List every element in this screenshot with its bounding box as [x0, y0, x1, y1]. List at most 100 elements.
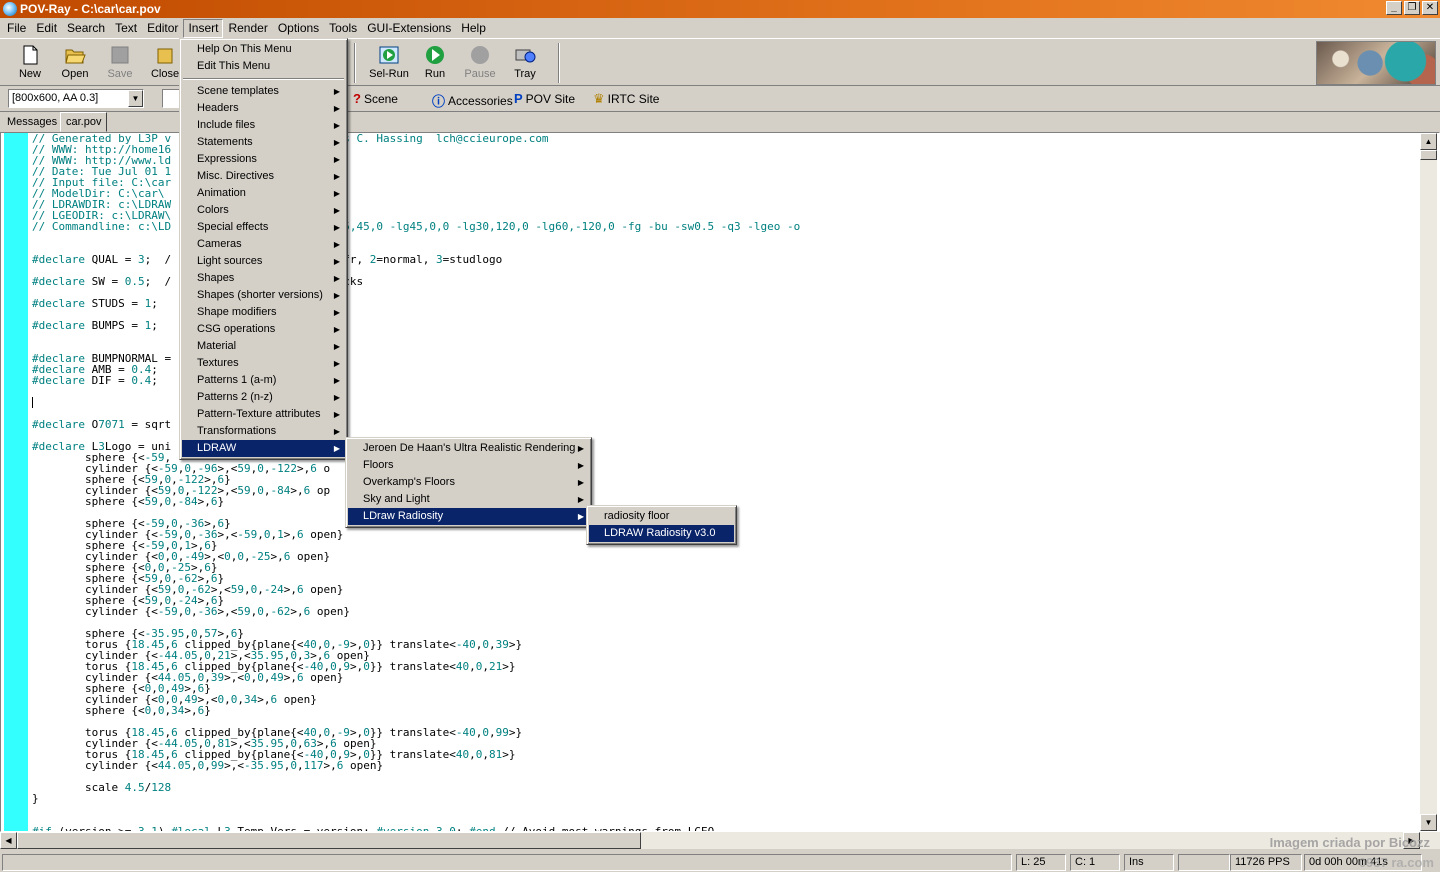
accessories-link[interactable]: ⓘ Accessories [432, 91, 513, 110]
insert-menu-item-label: LDRAW [197, 442, 237, 454]
tab-messages[interactable]: Messages [2, 114, 62, 132]
insert-menu-item[interactable]: Expressions ▶ [182, 151, 345, 168]
menu-options[interactable]: Options [273, 19, 324, 38]
menu-search[interactable]: Search [62, 19, 110, 38]
insert-menu-item[interactable]: Colors ▶ [182, 202, 345, 219]
window-title: POV-Ray - C:\car\car.pov [20, 2, 161, 16]
submenu-arrow-icon: ▶ [333, 223, 340, 232]
submenu-arrow-icon: ▶ [333, 138, 340, 147]
insert-menu-item[interactable]: CSG operations ▶ [182, 321, 345, 338]
restore-button[interactable]: ❐ [1404, 1, 1420, 15]
watermark-text-2: 0937 ra.com [1358, 855, 1434, 870]
resolution-select[interactable]: [800x600, AA 0.3] ▼ [8, 89, 144, 108]
irtc-site-link[interactable]: ♛ IRTC Site [593, 91, 659, 107]
insert-menu-item[interactable]: Statements ▶ [182, 134, 345, 151]
horizontal-scrollbar[interactable]: ◀ ▶ [0, 832, 1440, 849]
insert-menu-item-label: Patterns 1 (a-m) [197, 374, 277, 386]
ldraw-menu-item[interactable]: Sky and Light ▶ [348, 491, 589, 508]
submenu-arrow-icon: ▶ [333, 291, 340, 300]
insert-menu-item-label: Special effects [197, 221, 269, 233]
new-button[interactable]: New [8, 42, 52, 84]
close-window-button[interactable]: ✕ [1422, 1, 1438, 15]
ldraw-menu-item-label: Overkamp's Floors [363, 476, 455, 488]
code-line: cylinder {<0,0,49>,<0,0,34>,6 open} [32, 693, 317, 706]
tab-car-pov[interactable]: car.pov [60, 112, 108, 132]
submenu-arrow-icon: ▶ [333, 172, 340, 181]
insert-menu-item[interactable]: Shapes ▶ [182, 270, 345, 287]
submenu-arrow-icon: ▶ [577, 478, 584, 487]
insert-menu-item[interactable]: Include files ▶ [182, 117, 345, 134]
insert-menu-item[interactable]: Shapes (shorter versions) ▶ [182, 287, 345, 304]
ldraw-menu-item[interactable]: Floors ▶ [348, 457, 589, 474]
insert-menu-item[interactable]: Material ▶ [182, 338, 345, 355]
run-button[interactable]: Run [413, 42, 457, 84]
insert-menu-item[interactable]: Misc. Directives ▶ [182, 168, 345, 185]
ldraw-menu-item[interactable]: LDraw Radiosity ▶ [348, 508, 589, 525]
insert-menu-item[interactable]: Special effects ▶ [182, 219, 345, 236]
pov-site-link[interactable]: P POV Site [514, 91, 575, 106]
insert-menu-item[interactable]: LDRAW ▶ [182, 440, 345, 457]
scene-help-link[interactable]: ? Scene [353, 91, 398, 106]
menu-render[interactable]: Render [223, 19, 272, 38]
radiosity-menu-item[interactable]: radiosity floor [589, 508, 734, 525]
sel-run-button[interactable]: Sel-Run [367, 42, 411, 84]
insert-menu-item[interactable]: Shape modifiers ▶ [182, 304, 345, 321]
insert-menu-item-label: Animation [197, 187, 246, 199]
insert-menu-item[interactable]: Help On This Menu [182, 41, 345, 58]
ldraw-menu-item[interactable]: Overkamp's Floors ▶ [348, 474, 589, 491]
vertical-scrollbar[interactable]: ▲ ▼ [1420, 133, 1437, 831]
info-icon: ⓘ [432, 94, 446, 109]
submenu-arrow-icon: ▶ [333, 308, 340, 317]
ldraw-radiosity-submenu: radiosity floor LDRAW Radiosity v3.0 [586, 505, 737, 545]
horizontal-scroll-thumb[interactable] [17, 832, 641, 849]
code-line: cylinder {<59,0,-62>,<59,0,-24>,6 open} [32, 583, 344, 596]
insert-menu-item[interactable]: Cameras ▶ [182, 236, 345, 253]
scroll-down-icon[interactable]: ▼ [1420, 814, 1437, 831]
menu-editor[interactable]: Editor [142, 19, 183, 38]
insert-menu-item-label: Headers [197, 102, 239, 114]
trophy-icon: ♛ [593, 91, 605, 106]
save-button[interactable]: Save [98, 42, 142, 84]
insert-menu-item[interactable]: Patterns 1 (a-m) ▶ [182, 372, 345, 389]
insert-menu-item[interactable]: Animation ▶ [182, 185, 345, 202]
submenu-arrow-icon: ▶ [333, 206, 340, 215]
insert-menu-item-label: Shapes [197, 272, 235, 284]
insert-menu-item-label: Include files [197, 119, 256, 131]
insert-menu-item[interactable]: Light sources ▶ [182, 253, 345, 270]
menu-gui-extensions[interactable]: GUI-Extensions [362, 19, 456, 38]
tray-button[interactable]: Tray [503, 42, 547, 84]
chevron-down-icon[interactable]: ▼ [128, 90, 143, 107]
menu-file[interactable]: File [2, 19, 31, 38]
menu-tools[interactable]: Tools [324, 19, 362, 38]
insert-menu-item[interactable]: Textures ▶ [182, 355, 345, 372]
insert-menu-item[interactable]: Scene templates ▶ [182, 83, 345, 100]
menu-separator [183, 78, 344, 80]
menu-help[interactable]: Help [456, 19, 491, 38]
open-button[interactable]: Open [53, 42, 97, 84]
menu-insert[interactable]: Insert [183, 18, 224, 38]
insert-menu-item[interactable]: Pattern-Texture attributes ▶ [182, 406, 345, 423]
open-label: Open [61, 68, 89, 80]
code-line: cylinder {<-59,0,-96>,<59,0,-122>,6 o [32, 462, 331, 475]
close-file-icon [157, 48, 173, 64]
submenu-arrow-icon: ▶ [333, 274, 340, 283]
vertical-scroll-thumb[interactable] [1420, 150, 1437, 160]
menu-text[interactable]: Text [110, 19, 142, 38]
menu-edit[interactable]: Edit [31, 19, 62, 38]
insert-menu-item-label: Expressions [197, 153, 257, 165]
radiosity-menu-item-label: radiosity floor [604, 510, 670, 522]
insert-menu-item[interactable]: Headers ▶ [182, 100, 345, 117]
insert-menu-item[interactable]: Edit This Menu [182, 58, 345, 75]
scroll-left-icon[interactable]: ◀ [0, 832, 17, 849]
pause-button[interactable]: Pause [458, 42, 502, 84]
insert-menu-item-label: Edit This Menu [197, 60, 271, 72]
scroll-up-icon[interactable]: ▲ [1420, 133, 1437, 150]
radiosity-menu-item[interactable]: LDRAW Radiosity v3.0 [589, 525, 734, 542]
insert-menu-item[interactable]: Patterns 2 (n-z) ▶ [182, 389, 345, 406]
insert-menu-item-label: Light sources [197, 255, 263, 267]
insert-menu-item-label: Shape modifiers [197, 306, 277, 318]
minimize-button[interactable]: _ [1386, 1, 1402, 15]
tray-icon [515, 49, 536, 63]
insert-menu-item[interactable]: Transformations ▶ [182, 423, 345, 440]
ldraw-menu-item[interactable]: Jeroen De Haan's Ultra Realistic Renderi… [348, 440, 589, 457]
